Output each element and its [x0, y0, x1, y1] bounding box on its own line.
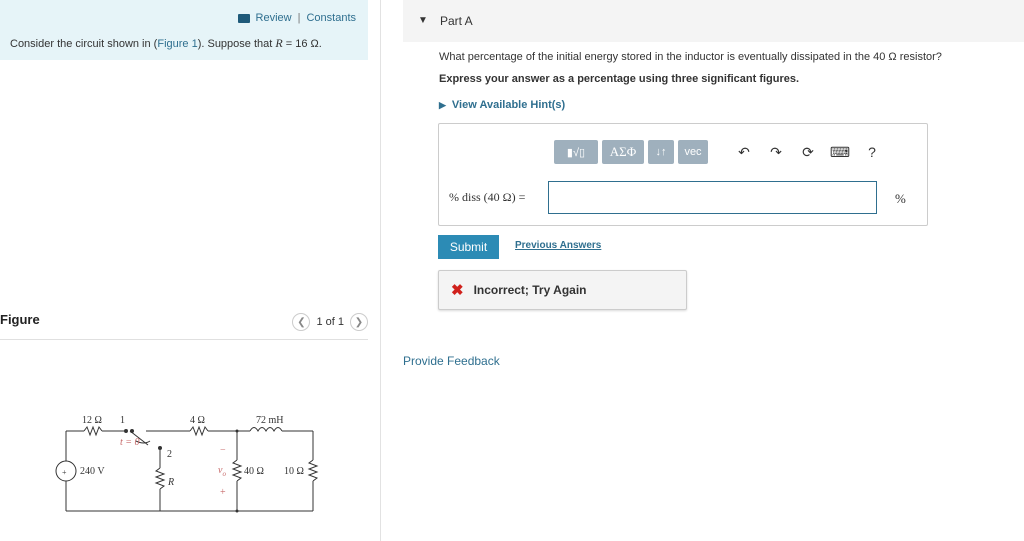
label-240v: 240 V [80, 466, 105, 477]
label-switch-1: 1 [120, 415, 125, 426]
figure-divider [0, 339, 368, 340]
figure-link[interactable]: Figure 1 [157, 38, 197, 50]
prompt-prefix: Consider the circuit shown in ( [10, 38, 158, 50]
feedback-message: Incorrect; Try Again [473, 283, 587, 297]
review-link[interactable]: Review [256, 12, 292, 24]
circuit-diagram: 12 Ω 1 t = 0 2 4 Ω 72 mH + 240 V R − vo … [55, 415, 319, 513]
prev-figure-button[interactable]: ❮ [292, 313, 311, 331]
math-toolbar: ▮√▯ ΑΣΦ ↓↑ vec ↶ ↷ ⟳ ⌨ ? [554, 140, 886, 164]
label-r: R [167, 477, 174, 488]
prompt-value: = 16 Ω. [282, 38, 322, 50]
reset-icon[interactable]: ⟳ [794, 140, 822, 164]
answer-box: ▮√▯ ΑΣΦ ↓↑ vec ↶ ↷ ⟳ ⌨ ? % diss (40 Ω) =… [438, 123, 928, 226]
label-vo-plus: + [220, 487, 226, 498]
incorrect-icon: ✖ [451, 282, 464, 299]
answer-unit: % [895, 191, 906, 206]
provide-feedback-link[interactable]: Provide Feedback [403, 354, 500, 368]
question-text: What percentage of the initial energy st… [439, 51, 942, 63]
label-t0: t = 0 [120, 437, 140, 448]
label-72mh: 72 mH [256, 415, 284, 426]
redo-icon[interactable]: ↷ [762, 140, 790, 164]
collapse-caret-icon[interactable]: ▼ [418, 15, 428, 26]
link-separator: | [297, 12, 301, 24]
submit-button[interactable]: Submit [438, 235, 499, 259]
left-panel: Review | Constants Consider the circuit … [0, 0, 381, 541]
header-links: Review | Constants [237, 12, 356, 24]
label-10ohm: 10 Ω [284, 466, 304, 477]
templates-button[interactable]: ▮√▯ [554, 140, 598, 164]
problem-intro: Review | Constants Consider the circuit … [0, 0, 368, 60]
pager-count: 1 of 1 [316, 316, 344, 328]
book-icon [237, 13, 250, 23]
undo-icon[interactable]: ↶ [730, 140, 758, 164]
answer-input[interactable] [548, 181, 877, 214]
answer-label: % diss (40 Ω) = [449, 190, 526, 204]
hints-toggle[interactable]: ▶ View Available Hint(s) [439, 99, 565, 111]
right-panel: ▼ Part A What percentage of the initial … [403, 0, 1024, 541]
part-label: Part A [440, 14, 473, 28]
help-icon[interactable]: ? [858, 140, 886, 164]
figure-title: Figure [0, 312, 40, 327]
sort-button[interactable]: ↓↑ [648, 140, 674, 164]
label-switch-2: 2 [167, 449, 172, 460]
previous-answers-link[interactable]: Previous Answers [515, 240, 601, 251]
label-vo-minus: − [220, 445, 226, 456]
feedback-box: ✖ Incorrect; Try Again [438, 270, 687, 310]
part-header[interactable]: ▼ Part A [403, 0, 1024, 42]
label-40ohm: 40 Ω [244, 466, 264, 477]
greek-button[interactable]: ΑΣΦ [602, 140, 644, 164]
next-figure-button[interactable]: ❯ [350, 313, 368, 331]
source-plus: + [62, 468, 67, 477]
keyboard-icon[interactable]: ⌨ [826, 140, 854, 164]
figure-pager: ❮ 1 of 1 ❯ [292, 313, 368, 331]
vector-button[interactable]: vec [678, 140, 708, 164]
label-vo-sub: o [222, 470, 226, 478]
label-12ohm: 12 Ω [82, 415, 102, 426]
instruction-text: Express your answer as a percentage usin… [439, 73, 800, 85]
math-r: R [275, 36, 283, 50]
problem-statement: Consider the circuit shown in (Figure 1)… [10, 36, 322, 51]
label-4ohm: 4 Ω [190, 415, 205, 426]
prompt-suffix: ). Suppose that [197, 38, 276, 50]
hints-label: View Available Hint(s) [451, 99, 566, 111]
label-vo: vo [218, 465, 226, 478]
constants-link[interactable]: Constants [306, 12, 356, 24]
caret-right-icon: ▶ [439, 99, 446, 110]
